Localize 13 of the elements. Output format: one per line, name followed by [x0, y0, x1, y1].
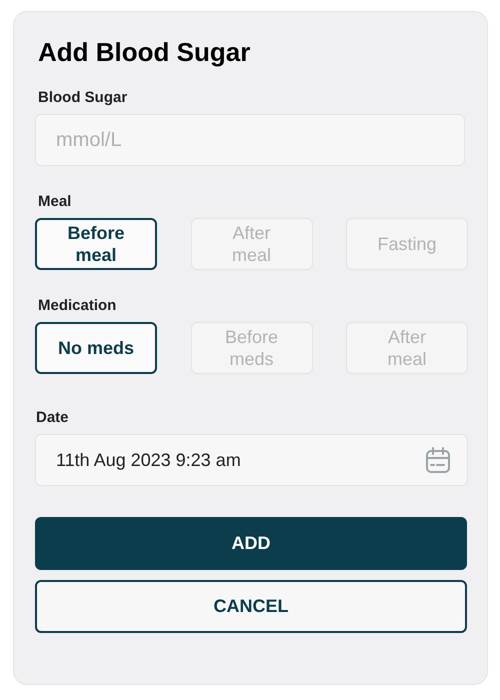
field-label: Meal: [37, 192, 72, 212]
dialog-title: Add Blood Sugar: [37, 36, 252, 68]
field-label: Medication: [37, 296, 118, 316]
calendar-icon[interactable]: [425, 446, 451, 474]
field-label: Date: [35, 408, 70, 428]
cancel-button[interactable]: CANCEL: [35, 580, 467, 633]
option-button[interactable]: Before meal: [35, 218, 157, 270]
date-value: 11th Aug 2023 9:23 am: [56, 448, 241, 472]
number-field[interactable]: mmol/L: [35, 114, 465, 166]
option-button[interactable]: No meds: [35, 322, 157, 374]
field-label: Blood Sugar: [37, 88, 128, 108]
date-field[interactable]: 11th Aug 2023 9:23 am: [35, 434, 468, 486]
add-button[interactable]: ADD: [35, 517, 467, 570]
